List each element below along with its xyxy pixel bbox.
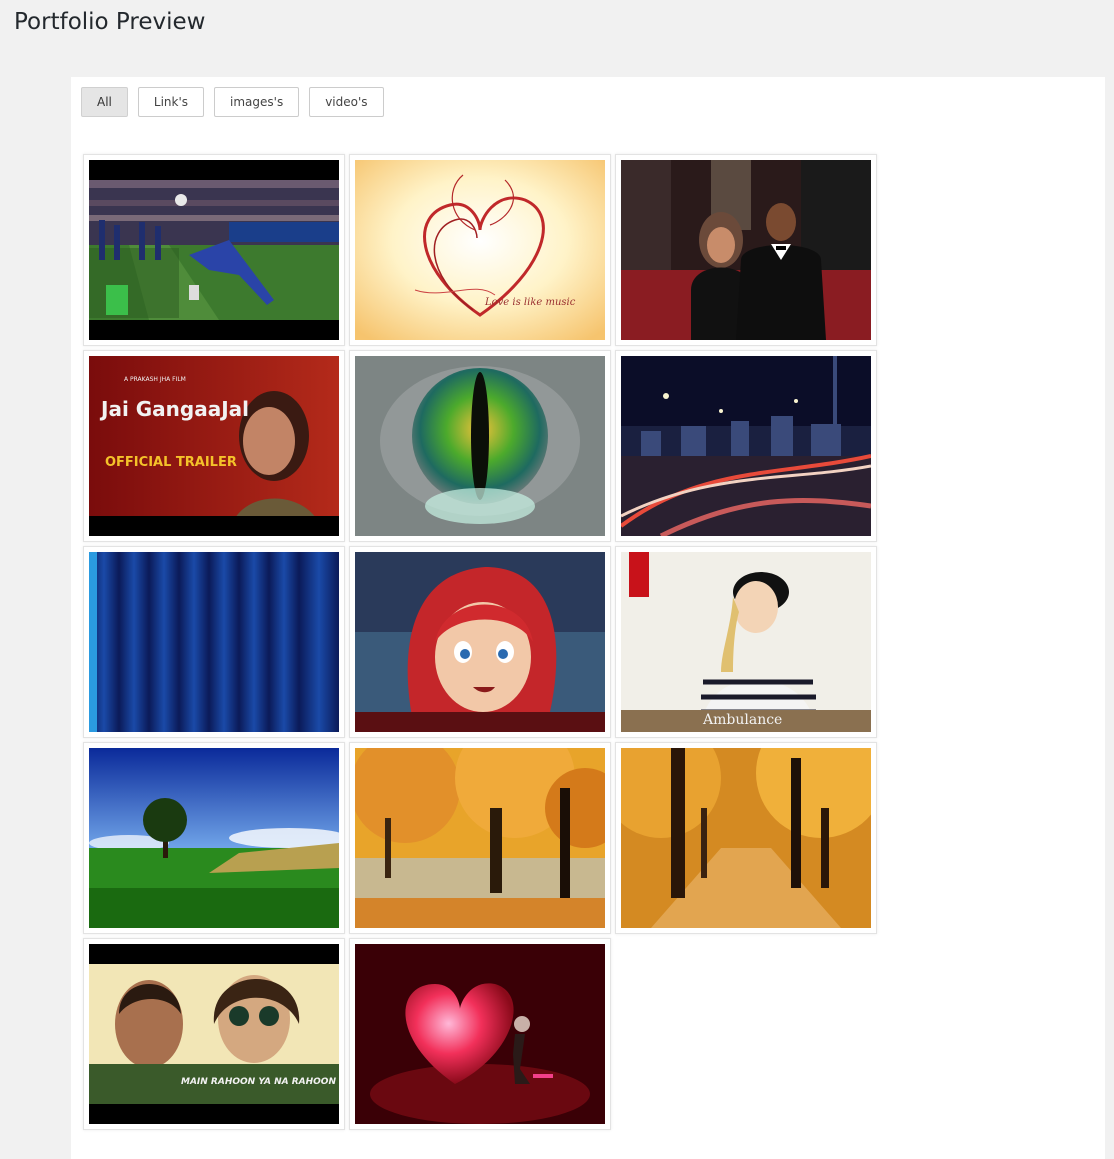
svg-text:Love is like music: Love is like music xyxy=(484,297,576,308)
autumn-trees-thumbnail-icon xyxy=(355,748,605,928)
portfolio-item[interactable]: Love is like music xyxy=(349,154,611,346)
autumn-road-thumbnail-icon xyxy=(621,748,871,928)
portfolio-item[interactable] xyxy=(83,154,345,346)
cartoon-mermaid-thumbnail-icon xyxy=(355,552,605,732)
portfolio-item[interactable] xyxy=(349,350,611,542)
city-night-highway-thumbnail-icon xyxy=(621,356,871,536)
portfolio-item[interactable]: MAIN RAHOON YA NA RAHOON xyxy=(83,938,345,1130)
movie-poster-thumbnail-icon: Jai GangaaJal A PRAKASH JHA FILM OFFICIA… xyxy=(89,356,339,536)
thumbnail-caption-text: MAIN RAHOON YA NA RAHOON xyxy=(181,1077,336,1087)
portfolio-item[interactable] xyxy=(349,546,611,738)
portfolio-grid: Love is like music Jai GangaaJal A PRAKA… xyxy=(83,154,877,1130)
poster-credit-text: A PRAKASH JHA FILM xyxy=(124,376,186,383)
portfolio-item[interactable]: Jai GangaaJal A PRAKASH JHA FILM OFFICIA… xyxy=(83,350,345,542)
woman-striped-shirt-thumbnail-icon: Ambulance xyxy=(621,552,871,732)
dragon-eye-thumbnail-icon xyxy=(355,356,605,536)
lone-tree-field-thumbnail-icon xyxy=(89,748,339,928)
portfolio-item[interactable] xyxy=(615,350,877,542)
filter-bar: All Link's images's video's xyxy=(81,87,384,117)
portfolio-panel: All Link's images's video's Love is like… xyxy=(71,77,1105,1159)
filter-links-button[interactable]: Link's xyxy=(137,87,205,117)
portfolio-item[interactable] xyxy=(615,742,877,934)
filter-images-button[interactable]: images's xyxy=(214,87,300,117)
poster-subtitle-text: OFFICIAL TRAILER xyxy=(105,455,237,470)
portfolio-item[interactable] xyxy=(83,742,345,934)
poster-title-text: Jai GangaaJal xyxy=(99,397,249,421)
portfolio-item[interactable] xyxy=(349,742,611,934)
blue-curtain-thumbnail-icon xyxy=(89,552,339,732)
portfolio-item[interactable] xyxy=(615,154,877,346)
portfolio-item[interactable] xyxy=(349,938,611,1130)
football-catch-thumbnail-icon xyxy=(89,160,339,340)
thumbnail-caption-text: Ambulance xyxy=(702,712,782,728)
red-carpet-couple-thumbnail-icon xyxy=(621,160,871,340)
portfolio-item[interactable] xyxy=(83,546,345,738)
page-title: Portfolio Preview xyxy=(14,9,206,35)
red-heart-figure-thumbnail-icon xyxy=(355,944,605,1124)
filter-all-button[interactable]: All xyxy=(81,87,128,117)
couple-sunglasses-thumbnail-icon: MAIN RAHOON YA NA RAHOON xyxy=(89,944,339,1124)
portfolio-item[interactable]: Ambulance xyxy=(615,546,877,738)
filter-videos-button[interactable]: video's xyxy=(309,87,384,117)
heart-sketch-thumbnail-icon: Love is like music xyxy=(355,160,605,340)
